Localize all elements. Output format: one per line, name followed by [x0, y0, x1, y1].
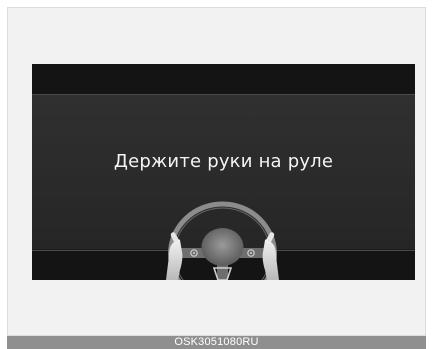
figure-caption-bar: OSK3051080RU [7, 336, 426, 349]
hands-on-wheel-warning-text: Держите руки на руле [113, 151, 334, 172]
display-top-bar [32, 64, 415, 95]
steering-wheel-with-hands-icon [166, 201, 279, 280]
instrument-cluster-display: Держите руки на руле [32, 64, 415, 280]
figure-code: OSK3051080RU [174, 336, 259, 348]
